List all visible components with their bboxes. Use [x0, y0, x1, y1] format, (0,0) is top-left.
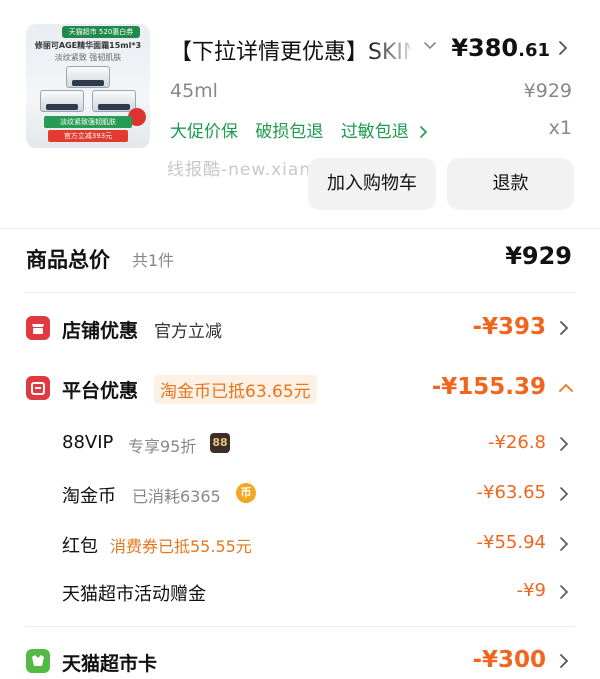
product-jar-lid — [72, 80, 104, 86]
redpacket-note: 消费券已抵55.55元 — [110, 537, 252, 556]
total-label: 商品总价 — [26, 248, 110, 272]
chevron-right-icon — [560, 437, 569, 451]
price-main: ¥380 — [451, 34, 519, 62]
total-price-row: 商品总价 共1件 ¥929 — [26, 238, 574, 280]
platform-discount-row[interactable]: 平台优惠 淘金币已抵63.65元 -¥155.39 — [26, 366, 574, 410]
coin-label: 淘金币 — [62, 486, 116, 507]
redpacket-label: 红包 — [62, 536, 98, 557]
coin-amount: -¥63.65 — [476, 482, 546, 503]
redpacket-amount: -¥55.94 — [476, 532, 546, 553]
bonus-label: 天猫超市活动赠金 — [62, 584, 206, 605]
platform-discount-amount: -¥155.39 — [431, 374, 546, 400]
coin-discount-row[interactable]: 淘金币 已消耗6365 币 -¥63.65 — [26, 474, 574, 514]
product-jar-lid — [46, 104, 78, 110]
chevron-right-icon — [560, 537, 569, 551]
divider — [26, 292, 574, 293]
add-to-cart-button[interactable]: 加入购物车 — [308, 158, 436, 210]
chevron-right-icon — [560, 654, 569, 668]
service-price-protect: 大促价保 — [170, 122, 238, 142]
coin-icon: 币 — [236, 483, 256, 503]
product-price: ¥380.61 — [451, 34, 550, 62]
bonus-discount-row[interactable]: 天猫超市活动赠金 -¥9 — [26, 572, 574, 612]
vip-discount-row[interactable]: 88VIP 专享95折 88 -¥26.8 — [26, 424, 574, 464]
redpacket-discount-row[interactable]: 红包 消费券已抵55.55元 -¥55.94 — [26, 524, 574, 564]
chevron-right-icon[interactable] — [556, 40, 570, 56]
quantity: x1 — [548, 117, 572, 139]
store-discount-row[interactable]: 店铺优惠 官方立减 -¥393 — [26, 306, 574, 350]
chevron-right-icon — [560, 321, 569, 335]
store-discount-label: 店铺优惠 — [62, 320, 139, 342]
bonus-amount: -¥9 — [516, 580, 546, 601]
chevron-right-icon — [420, 126, 428, 138]
platform-icon — [26, 376, 50, 400]
service-damage-return: 破损包退 — [255, 122, 324, 142]
refund-button[interactable]: 退款 — [447, 158, 574, 210]
platform-discount-label: 平台优惠 — [62, 380, 139, 402]
vip-88-badge: 88 — [210, 433, 230, 453]
store-discount-sub: 官方立减 — [154, 322, 222, 342]
tmall-card-amount: -¥300 — [472, 647, 546, 673]
chevron-right-icon — [560, 585, 569, 599]
store-icon — [26, 316, 50, 340]
tmall-card-label: 天猫超市卡 — [62, 653, 158, 675]
thumb-line2: 淡纹紧致 强韧肌肤 — [54, 53, 122, 62]
title-fade — [368, 30, 418, 64]
product-thumbnail[interactable]: 天猫超市 520惠白券 修丽可AGE精华面霜15ml*3 淡纹紧致 强韧肌肤 淡… — [26, 24, 150, 148]
total-count: 共1件 — [132, 251, 175, 270]
thumb-green-bar: 淡纹紧致强韧肌肤 — [44, 116, 132, 128]
store-discount-amount: -¥393 — [472, 314, 546, 340]
chevron-right-icon — [560, 487, 569, 501]
thumb-ribbon: 天猫超市 520惠白券 — [62, 26, 140, 38]
thumb-red-bar: 官方立减393元 — [48, 130, 128, 142]
platform-coin-tag: 淘金币已抵63.65元 — [154, 375, 317, 404]
product-jar-lid — [98, 104, 130, 110]
service-guarantees[interactable]: 大促价保 破损包退 过敏包退 — [170, 117, 428, 142]
chevron-up-icon[interactable] — [558, 380, 574, 396]
vip-note: 专享95折 — [128, 437, 197, 456]
vip-amount: -¥26.8 — [487, 432, 546, 453]
vip-label: 88VIP — [62, 432, 114, 453]
chevron-down-icon[interactable] — [422, 38, 438, 54]
service-allergy-return: 过敏包退 — [340, 122, 409, 142]
product-spec: 45ml — [170, 80, 218, 102]
divider — [26, 626, 574, 627]
divider — [0, 228, 600, 229]
total-value: ¥929 — [505, 242, 572, 270]
price-decimal: .61 — [518, 40, 550, 61]
product-card[interactable]: 天猫超市 520惠白券 修丽可AGE精华面霜15ml*3 淡纹紧致 强韧肌肤 淡… — [0, 0, 600, 230]
thumb-line1: 修丽可AGE精华面霜15ml*3 — [34, 41, 142, 50]
coin-note: 已消耗6365 — [132, 487, 221, 506]
original-price: ¥929 — [523, 80, 572, 102]
tmall-card-icon — [26, 649, 50, 673]
tmall-card-row[interactable]: 天猫超市卡 -¥300 — [26, 640, 574, 679]
